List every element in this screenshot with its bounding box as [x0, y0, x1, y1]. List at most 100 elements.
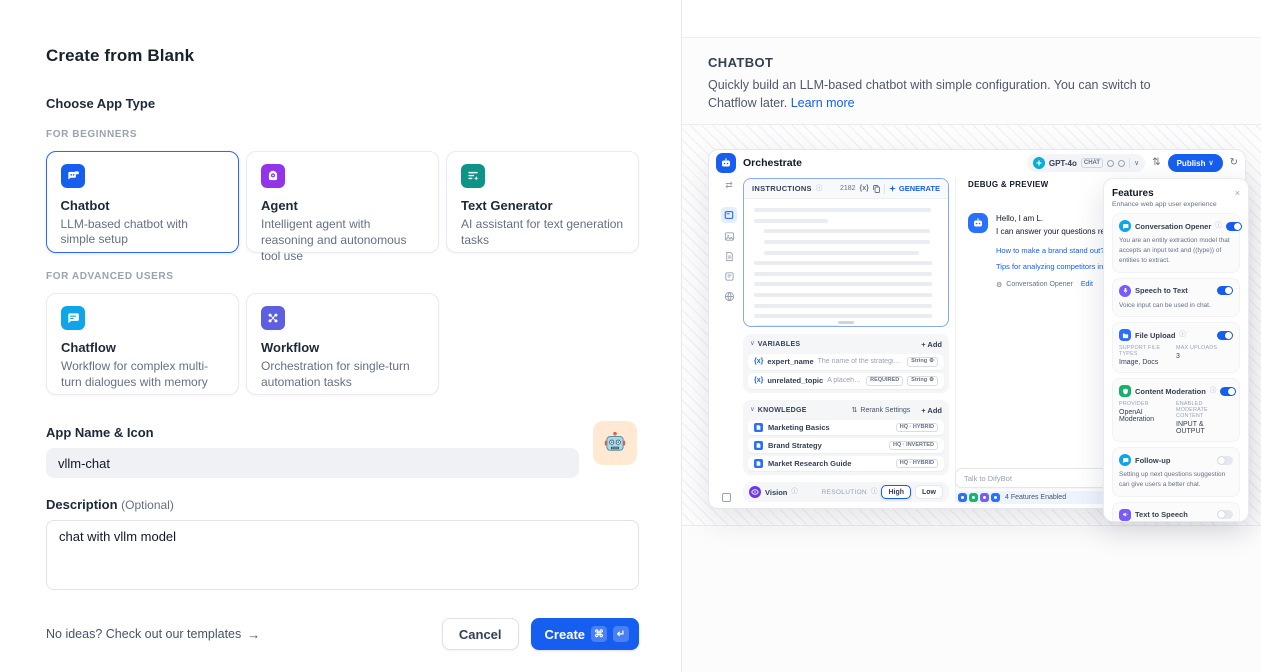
chevron-down-icon: ∨ [1208, 160, 1213, 167]
app-type-card-chatflow[interactable]: Chatflow Workflow for complex multi-turn… [46, 293, 239, 395]
info-icon: ⓘ [1179, 332, 1186, 339]
create-from-blank-modal: Create from Blank Choose App Type FOR BE… [0, 0, 681, 672]
variable-icon: {x} [754, 377, 763, 384]
chatbot-icon [61, 164, 85, 188]
add-variable-button: + Add [921, 340, 942, 349]
dataset-icon [754, 441, 763, 450]
robot-emoji-icon [602, 430, 628, 456]
variables-panel: ∨ VARIABLES + Add {x} expert_name The na… [743, 334, 949, 393]
card-description: Orchestration for single-turn automation… [261, 359, 424, 391]
choose-app-type-label: Choose App Type [46, 96, 639, 111]
features-title: Features [1112, 188, 1154, 199]
modal-footer: No ideas? Check out our templates→ Cance… [46, 618, 639, 650]
copy-icon [873, 185, 880, 193]
orchestrate-title: Orchestrate [743, 157, 802, 169]
char-count: 2182 [840, 185, 856, 192]
dataset-icon [754, 459, 763, 468]
features-enabled-bar: 4 Features Enabled [955, 491, 1107, 504]
enter-key-icon: ↵ [613, 626, 629, 642]
instructions-panel: INSTRUCTIONS ⓘ 2182 {x} GENERATE [743, 178, 949, 327]
folder-icon [1119, 329, 1131, 341]
shield-icon [1119, 385, 1131, 397]
temperature-icon [1107, 160, 1114, 167]
create-button[interactable]: Create ⌘ ↵ [531, 618, 639, 650]
instructions-skeleton-text [744, 199, 948, 327]
conversation-opener-icon [1119, 220, 1131, 232]
chatflow-icon [61, 306, 85, 330]
features-enabled-count: 4 Features Enabled [1005, 494, 1066, 501]
conversation-opener-toggle [1226, 222, 1242, 231]
speech-to-text-toggle [1217, 286, 1233, 295]
app-icon-picker[interactable] [593, 421, 637, 465]
follow-up-icon [1119, 454, 1131, 466]
preview-heading: CHATBOT [708, 55, 1235, 70]
settings-icon: ⚙ [929, 378, 934, 384]
instructions-title: INSTRUCTIONS [752, 184, 812, 193]
model-selector-chip: GPT-4o CHAT ∨ [1027, 154, 1145, 172]
workflow-icon [261, 306, 285, 330]
gear-icon: ⚙ [996, 281, 1002, 289]
variable-type-tag: String ⚙ [907, 376, 938, 386]
feature-text-to-speech: Text to Speech Conversation messages can… [1112, 502, 1240, 523]
beginner-card-row: Chatbot LLM-based chatbot with simple se… [46, 151, 639, 253]
cancel-button[interactable]: Cancel [442, 618, 519, 650]
edit-link: Edit [1081, 281, 1093, 288]
knowledge-row: Marketing Basics HQ · HYBRID [748, 420, 944, 435]
settings-icon: ⚙ [929, 359, 934, 365]
app-type-card-chatbot[interactable]: Chatbot LLM-based chatbot with simple se… [46, 151, 239, 253]
params-sliders-icon: ⇅ [1152, 158, 1160, 168]
microphone-icon [1119, 285, 1131, 297]
model-mode-badge: CHAT [1081, 158, 1103, 168]
description-label: Description (Optional) [46, 497, 639, 512]
app-type-card-agent[interactable]: Agent Intelligent agent with reasoning a… [246, 151, 439, 253]
learn-more-link[interactable]: Learn more [791, 96, 855, 110]
info-icon: ⓘ [1210, 388, 1217, 395]
app-type-card-text-generator[interactable]: Text Generator AI assistant for text gen… [446, 151, 639, 253]
required-tag: REQUIRED [866, 376, 903, 386]
feature-content-moderation: Content Moderation ⓘ PROVIDEROpenAI Mode… [1112, 378, 1240, 442]
for-beginners-label: FOR BEGINNERS [46, 129, 639, 140]
document-icon [724, 251, 735, 262]
preview-screenshot-area: Orchestrate GPT-4o CHAT ∨ ⇅ Publish ∨ [682, 124, 1261, 526]
sparkle-icon [889, 185, 896, 192]
advanced-card-row: Chatflow Workflow for complex multi-turn… [46, 293, 639, 395]
feature-conversation-opener: Conversation Opener ⓘ You are an entity … [1112, 213, 1240, 272]
knowledge-panel: ∨ KNOWLEDGE ⇅Rerank Settings + Add Marke… [743, 400, 949, 475]
arrow-right-icon: → [247, 627, 260, 642]
info-icon: ⓘ [816, 186, 823, 193]
rerank-settings-button: ⇅Rerank Settings [852, 406, 911, 414]
speech-mini-icon [980, 493, 989, 502]
notes-icon [724, 271, 735, 282]
card-title: Workflow [261, 340, 424, 355]
info-icon: ⓘ [791, 489, 798, 496]
variable-insert-icon: {x} [860, 185, 869, 192]
card-title: Agent [261, 198, 424, 213]
content-moderation-toggle [1220, 387, 1236, 396]
browse-templates-link[interactable]: No ideas? Check out our templates→ [46, 627, 260, 642]
history-icon: ↻ [1230, 158, 1238, 168]
swap-icon: ⇄ [725, 180, 733, 191]
preview-description: Quickly build an LLM-based chatbot with … [708, 76, 1178, 112]
card-description: Intelligent agent with reasoning and aut… [261, 217, 424, 265]
image-icon [724, 231, 735, 242]
feature-file-upload: File Upload ⓘ SUPPORT FILE TYPESImage, D… [1112, 322, 1240, 373]
variables-title: VARIABLES [758, 341, 801, 348]
description-textarea[interactable]: chat with vllm model [46, 520, 639, 590]
preview-mini-sidebar: ⇄ [717, 178, 741, 502]
app-type-preview-panel: CHATBOT Quickly build an LLM-based chatb… [681, 0, 1261, 672]
add-knowledge-button: + Add [921, 406, 942, 415]
knowledge-row: Brand Strategy HQ · INVERTED [748, 438, 944, 453]
app-type-card-workflow[interactable]: Workflow Orchestration for single-turn a… [246, 293, 439, 395]
vision-setting-row: Vision ⓘ RESOLUTION ⓘ High Low [743, 482, 949, 502]
app-avatar-icon [716, 153, 736, 173]
app-name-input[interactable] [46, 448, 579, 478]
chevron-down-icon: ∨ [1134, 160, 1139, 167]
app-name-label: App Name & Icon [46, 425, 639, 440]
model-provider-icon [1033, 157, 1045, 169]
feature-follow-up: Follow-up Setting up next questions sugg… [1112, 447, 1240, 497]
for-advanced-users-label: FOR ADVANCED USERS [46, 271, 639, 282]
optional-hint: (Optional) [121, 498, 174, 512]
variable-icon: {x} [754, 358, 763, 365]
page-title: Create from Blank [46, 46, 639, 66]
dataset-icon [754, 423, 763, 432]
